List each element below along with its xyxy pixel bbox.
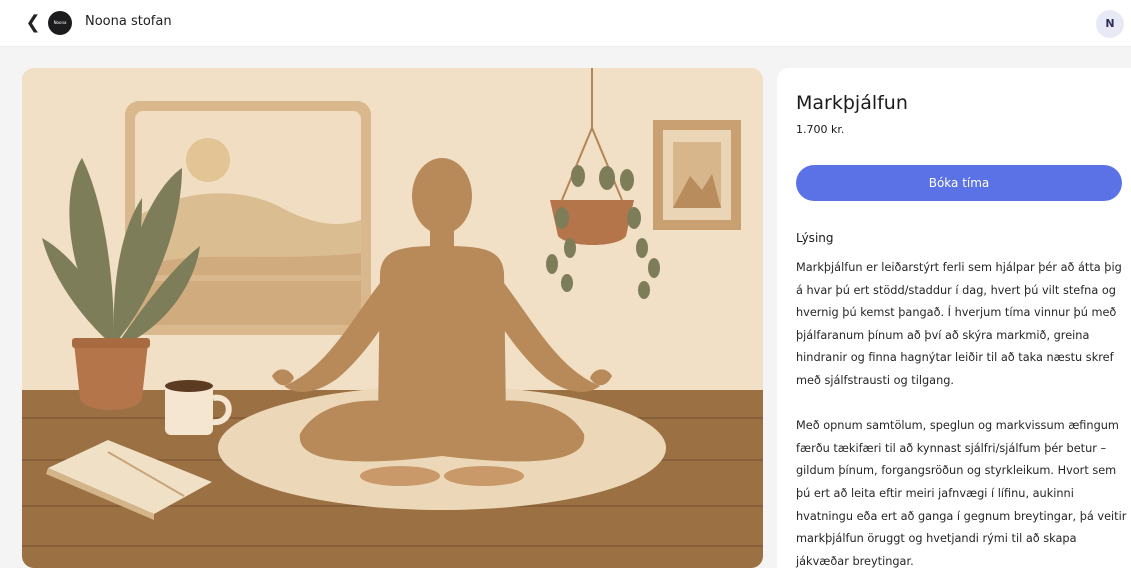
avatar[interactable]: N [1096, 10, 1124, 38]
chevron-left-icon[interactable]: ❮ [22, 11, 44, 35]
description-paragraph: Með opnum samtölum, speglun og markvissu… [796, 419, 1127, 568]
service-details-panel: Markþjálfun 1.700 kr. Bóka tíma Lýsing M… [777, 68, 1131, 568]
description-heading: Lýsing [796, 231, 834, 245]
logo[interactable]: Noona stofan [48, 11, 72, 35]
service-image [22, 68, 763, 568]
top-bar: ❮ Noona stofan Noona stofan N [0, 0, 1131, 47]
brand-name: Noona stofan [85, 14, 172, 29]
service-price: 1.700 kr. [796, 123, 845, 136]
book-appointment-button[interactable]: Bóka tíma [796, 165, 1122, 201]
service-title: Markþjálfun [796, 92, 908, 114]
meditation-illustration [22, 68, 763, 568]
service-description: Markþjálfun er leiðarstýrt ferli sem hjá… [796, 257, 1128, 568]
logo-text: Noona stofan [53, 20, 67, 25]
description-paragraph: Markþjálfun er leiðarstýrt ferli sem hjá… [796, 261, 1122, 387]
